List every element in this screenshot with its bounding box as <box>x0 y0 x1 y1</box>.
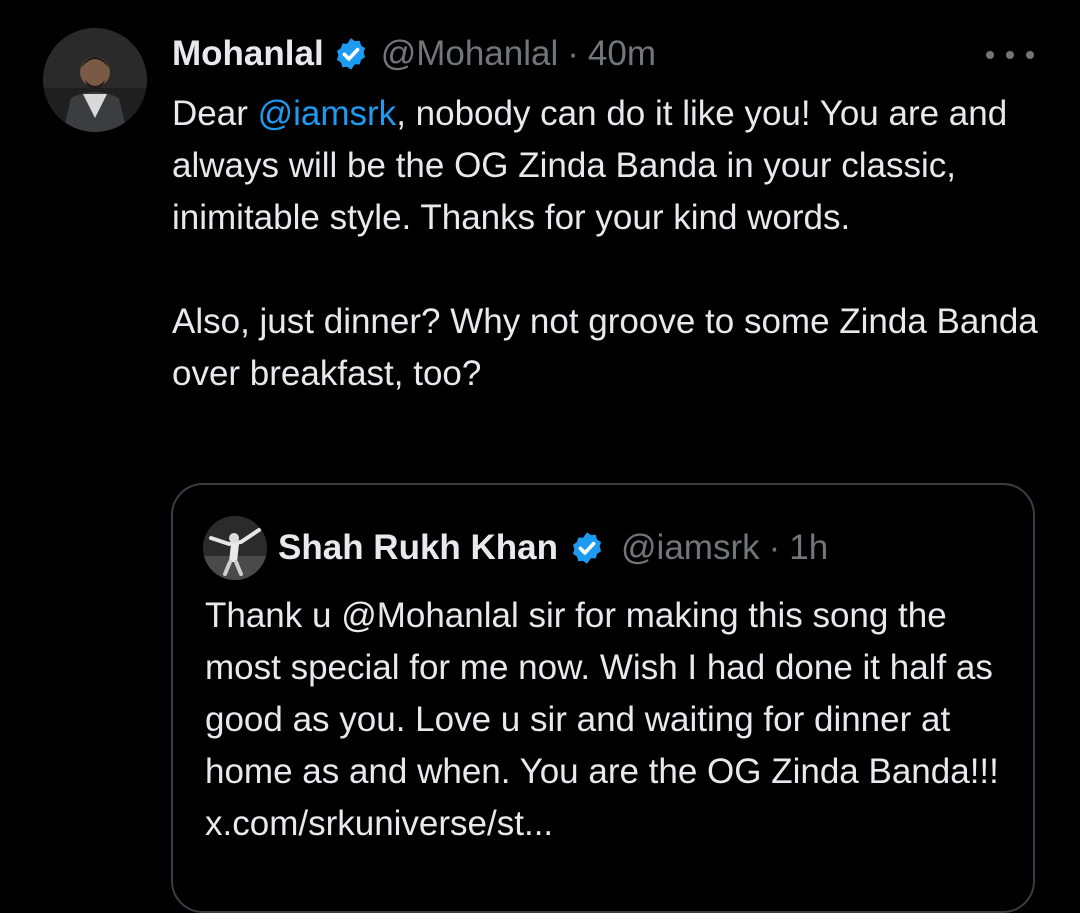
verified-badge-icon <box>569 530 605 566</box>
tweet-text-start: Dear <box>172 94 258 133</box>
tweet-text: Dear @iamsrk, nobody can do it like you!… <box>172 88 1052 400</box>
quoted-tweet-header: Shah Rukh Khan @iamsrk · 1h <box>278 526 828 570</box>
quoted-author-avatar <box>203 516 267 580</box>
tweet-paragraph-1: Dear @iamsrk, nobody can do it like you!… <box>172 88 1052 244</box>
tweet-paragraph-2: Also, just dinner? Why not groove to som… <box>172 302 1038 393</box>
quoted-tweet[interactable]: Shah Rukh Khan @iamsrk · 1h Thank u @Moh… <box>171 483 1035 913</box>
dot <box>1026 51 1034 59</box>
more-options-icon[interactable] <box>986 40 1034 70</box>
mention-link[interactable]: @iamsrk <box>258 94 397 133</box>
dot <box>986 51 994 59</box>
dot <box>1006 51 1014 59</box>
quoted-tweet-text: Thank u @Mohanlal sir for making this so… <box>205 596 999 843</box>
verified-badge-icon <box>333 36 369 72</box>
quoted-tweet-timestamp: 1h <box>789 528 829 567</box>
author-handle[interactable]: @Mohanlal <box>381 32 559 76</box>
tweet-timestamp[interactable]: 40m <box>588 32 656 76</box>
author-name[interactable]: Mohanlal <box>172 32 324 76</box>
quoted-author-name: Shah Rukh Khan <box>278 528 559 567</box>
tweet-header: Mohanlal @Mohanlal · 40m <box>172 32 656 76</box>
author-avatar[interactable] <box>43 28 147 132</box>
quoted-author-handle: @iamsrk <box>621 528 760 567</box>
tweet[interactable]: Mohanlal @Mohanlal · 40m Dear @iamsrk, n… <box>0 0 1080 913</box>
separator-dot: · <box>768 528 781 567</box>
separator-dot: · <box>567 34 579 73</box>
